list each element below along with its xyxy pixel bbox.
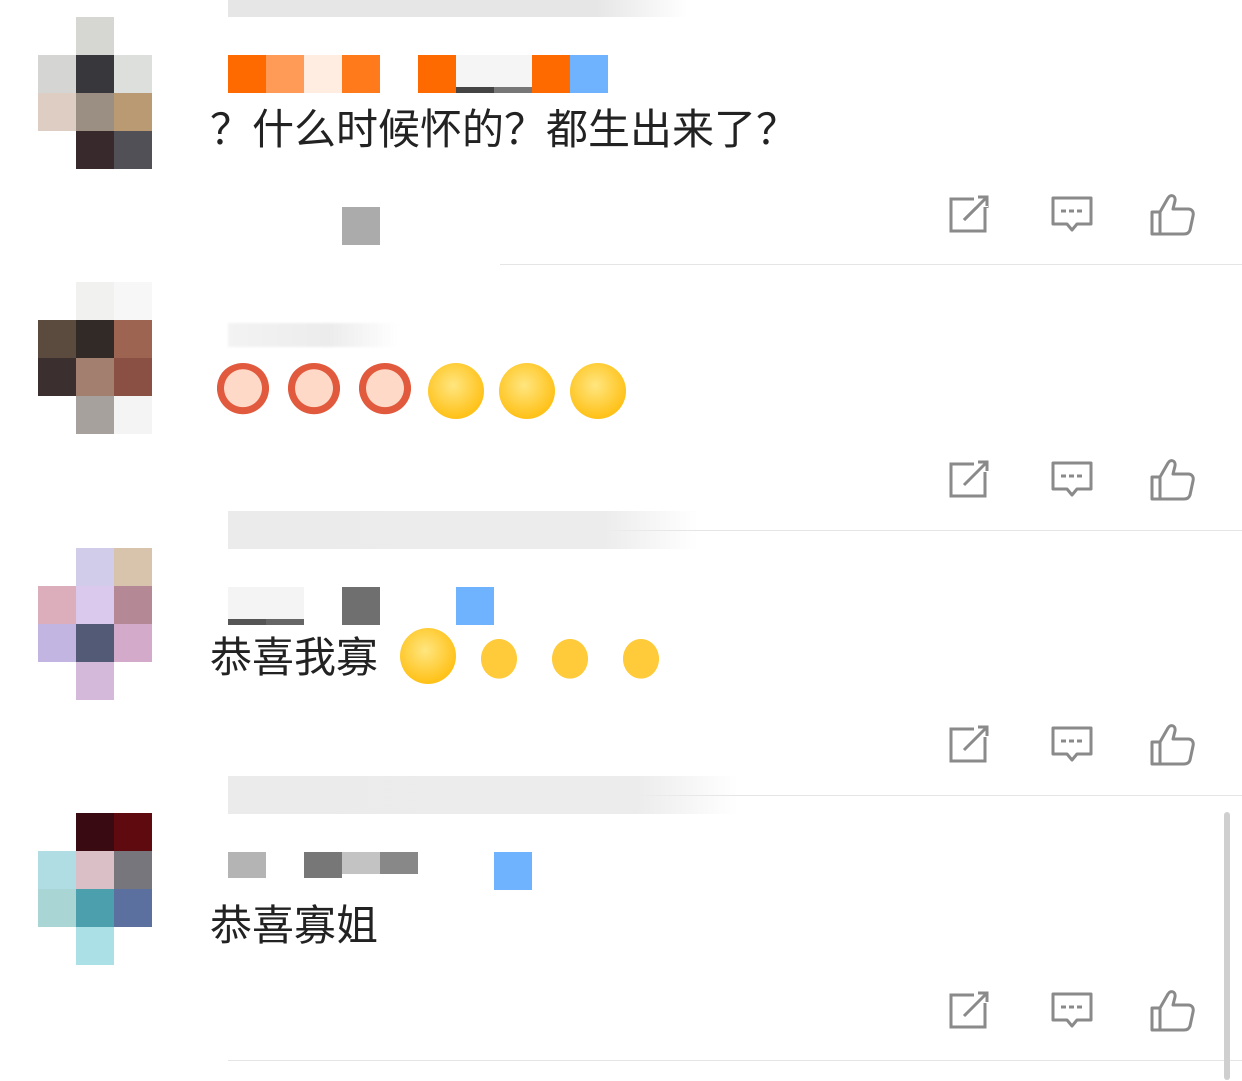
comment-icon: [1051, 196, 1093, 232]
meta-indicator: [342, 207, 380, 245]
comment-actions: [946, 455, 1196, 503]
thumbs-up-icon: [1150, 724, 1195, 766]
username[interactable]: [228, 587, 628, 625]
comment-icon: [1051, 461, 1093, 497]
reply-button[interactable]: [1048, 190, 1096, 238]
share-icon: [949, 991, 989, 1029]
thumbs-up-icon: [1150, 990, 1195, 1032]
divider: [228, 1060, 1242, 1061]
share-icon: [949, 195, 989, 233]
username[interactable]: [228, 55, 628, 93]
scrollbar[interactable]: [1224, 812, 1230, 1080]
praying-smile-emoji: [570, 363, 627, 419]
comment-text: ？什么时候怀的？都生出来了？: [210, 105, 799, 154]
comment-item: 恭喜我寡: [0, 511, 1242, 796]
blurred-username-strip: [228, 511, 698, 549]
blurred-username-strip: [228, 776, 738, 814]
praying-smile-emoji: [499, 363, 556, 419]
comment-text: 恭喜我寡: [210, 631, 378, 685]
avatar[interactable]: [38, 282, 152, 434]
praying-smile-emoji: [428, 363, 485, 419]
cartoon-person-emoji: [286, 363, 343, 419]
cartoon-person-emoji: [215, 363, 271, 419]
reply-button[interactable]: [1048, 455, 1096, 503]
like-button[interactable]: [1148, 190, 1196, 238]
clapping-hands-emoji: [542, 628, 599, 684]
comment-item: [0, 265, 1242, 531]
username[interactable]: [228, 852, 628, 890]
comment-icon: [1051, 726, 1093, 762]
comment-text: 恭喜寡姐: [210, 901, 379, 950]
share-button[interactable]: [946, 986, 994, 1034]
comment-item: 恭喜寡姐: [0, 776, 1242, 1061]
share-button[interactable]: [946, 720, 994, 768]
emoji-row: [400, 628, 679, 692]
blushing-smile-emoji: [400, 628, 456, 684]
clapping-hands-emoji: [613, 628, 670, 684]
comment-actions: [946, 720, 1196, 768]
username[interactable]: [228, 323, 398, 347]
comment-icon: [1051, 992, 1093, 1028]
clapping-hands-emoji: [471, 628, 528, 684]
cartoon-person-emoji: [357, 363, 414, 419]
avatar[interactable]: [38, 548, 152, 700]
comment-text-body: 恭喜我寡: [210, 633, 379, 682]
share-button[interactable]: [946, 455, 994, 503]
like-button[interactable]: [1148, 720, 1196, 768]
comment-actions: [946, 190, 1196, 238]
share-icon: [949, 725, 989, 763]
share-icon: [949, 460, 989, 498]
avatar[interactable]: [38, 17, 152, 169]
comment-item: ？什么时候怀的？都生出来了？: [0, 0, 1242, 265]
reply-button[interactable]: [1048, 720, 1096, 768]
emoji-row: [215, 363, 636, 427]
reply-button[interactable]: [1048, 986, 1096, 1034]
comment-actions: [946, 986, 1196, 1034]
thumbs-up-icon: [1150, 194, 1195, 236]
like-button[interactable]: [1148, 455, 1196, 503]
share-button[interactable]: [946, 190, 994, 238]
blurred-username-strip: [228, 0, 688, 17]
thumbs-up-icon: [1150, 459, 1195, 501]
avatar[interactable]: [38, 813, 152, 965]
like-button[interactable]: [1148, 986, 1196, 1034]
